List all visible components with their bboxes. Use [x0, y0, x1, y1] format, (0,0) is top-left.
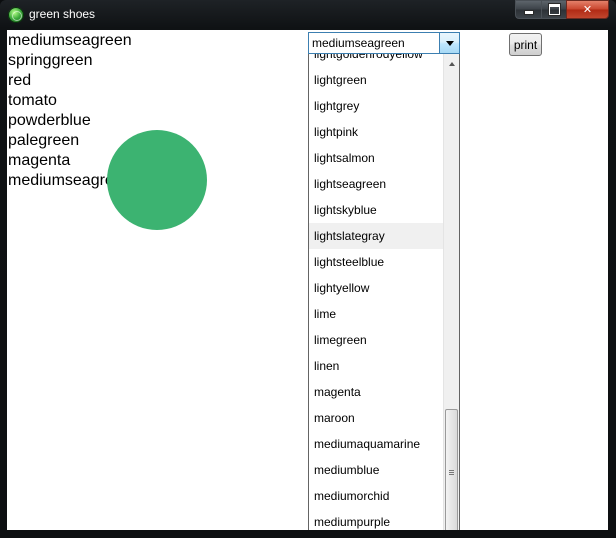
- dropdown-scrollbar[interactable]: [443, 54, 459, 530]
- dropdown-option[interactable]: magenta: [309, 379, 444, 405]
- close-icon: ✕: [582, 3, 593, 16]
- dropdown-option[interactable]: lightgreen: [309, 67, 444, 93]
- green-shoes-icon: [8, 7, 24, 23]
- color-history-item: mediumseagreen: [8, 32, 132, 49]
- dropdown-option[interactable]: mediumaquamarine: [309, 431, 444, 457]
- caption-buttons: ✕: [515, 0, 609, 20]
- maximize-button[interactable]: [541, 0, 566, 19]
- color-circle: [107, 130, 207, 230]
- chevron-down-icon: [445, 40, 454, 46]
- dropdown-option[interactable]: lightsteelblue: [309, 249, 444, 275]
- dropdown-option[interactable]: lightpink: [309, 119, 444, 145]
- dropdown-option[interactable]: lightgoldenrodyellow: [309, 54, 444, 67]
- dropdown-option[interactable]: lightsalmon: [309, 145, 444, 171]
- color-history-item: powderblue: [8, 112, 91, 129]
- dropdown-option[interactable]: lime: [309, 301, 444, 327]
- dropdown-option[interactable]: lightseagreen: [309, 171, 444, 197]
- grip-icon: [449, 470, 454, 476]
- dropdown-option[interactable]: mediumblue: [309, 457, 444, 483]
- dropdown-option[interactable]: mediumorchid: [309, 483, 444, 509]
- color-history-item: springgreen: [8, 52, 93, 69]
- chevron-up-icon: [449, 62, 455, 66]
- dropdown-option[interactable]: lightgrey: [309, 93, 444, 119]
- combo-selected-value: mediumseagreen: [312, 36, 405, 50]
- window-title: green shoes: [29, 7, 96, 21]
- close-button[interactable]: ✕: [566, 0, 609, 19]
- dropdown-option[interactable]: lightyellow: [309, 275, 444, 301]
- client-area: mediumseagreen springgreen red tomato powder…: [7, 30, 608, 530]
- dropdown-option[interactable]: linen: [309, 353, 444, 379]
- title-bar[interactable]: green shoes ✕: [0, 0, 616, 30]
- combo-dropdown-list[interactable]: lightgoldenrodyellow lightgreen lightgrey l…: [308, 54, 460, 530]
- color-history-item: red: [8, 72, 32, 89]
- dropdown-option[interactable]: lightskyblue: [309, 197, 444, 223]
- scrollbar-thumb[interactable]: [445, 409, 458, 530]
- maximize-icon: [548, 4, 560, 15]
- color-combo-box[interactable]: mediumseagreen: [308, 32, 460, 54]
- dropdown-option[interactable]: maroon: [309, 405, 444, 431]
- dropdown-items: lightgoldenrodyellow lightgreen lightgrey l…: [309, 54, 444, 530]
- print-button[interactable]: print: [509, 33, 542, 56]
- minimize-button[interactable]: [515, 0, 541, 19]
- minimize-icon: [524, 11, 533, 14]
- color-history-item: palegreen: [8, 132, 80, 149]
- app-window: green shoes ✕ mediumseagreen springgreen r…: [0, 0, 616, 538]
- color-history-item: tomato: [8, 92, 57, 109]
- scroll-up-button[interactable]: [444, 57, 459, 71]
- combo-dropdown-button[interactable]: [439, 33, 459, 53]
- dropdown-option[interactable]: limegreen: [309, 327, 444, 353]
- dropdown-option[interactable]: lightslategray: [309, 223, 444, 249]
- dropdown-option[interactable]: mediumpurple: [309, 509, 444, 530]
